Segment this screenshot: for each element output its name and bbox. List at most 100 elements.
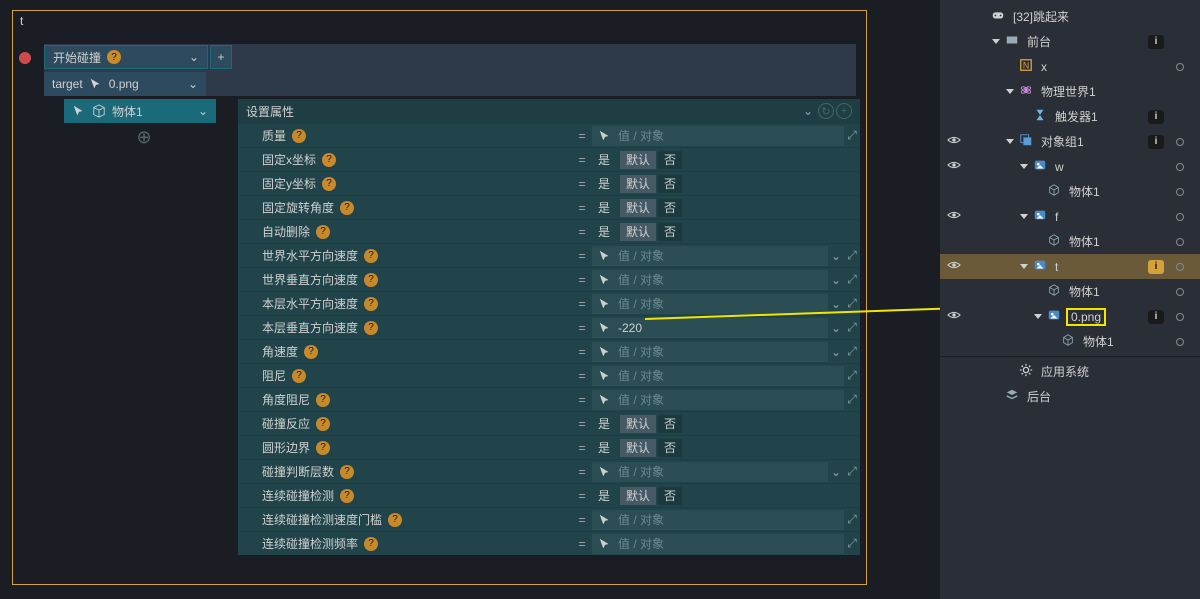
toggle[interactable]: 默认否 [620, 175, 682, 193]
prop-value[interactable]: 值 / 对象 [592, 366, 844, 386]
help-icon[interactable]: ? [292, 369, 306, 383]
prop-value[interactable]: 值 / 对象 [592, 270, 828, 290]
add-button[interactable]: + [210, 45, 232, 69]
tree-item[interactable]: 触发器1i [940, 104, 1200, 129]
visibility-icon[interactable] [947, 133, 961, 150]
info-badge[interactable]: i [1148, 135, 1164, 149]
toggle[interactable]: 默认否 [620, 439, 682, 457]
expand-icon[interactable] [1006, 139, 1014, 144]
help-icon[interactable]: ? [364, 249, 378, 263]
expand-icon[interactable]: ⤢ [844, 368, 860, 383]
breakpoint-icon[interactable] [17, 50, 33, 66]
expand-icon[interactable]: ⤢ [844, 248, 860, 263]
chevron-down-icon[interactable]: ⌄ [189, 50, 199, 64]
target-row[interactable]: target 0.png ⌄ [44, 72, 206, 96]
chevron-down-icon[interactable]: ⌄ [828, 345, 844, 359]
expand-icon[interactable] [992, 39, 1000, 44]
chevron-down-icon[interactable]: ⌄ [828, 273, 844, 287]
prop-value[interactable]: -220 [592, 318, 828, 338]
expand-icon[interactable] [1006, 89, 1014, 94]
prop-value[interactable]: 是默认否 [592, 438, 860, 458]
expand-icon[interactable]: ⤢ [844, 320, 860, 335]
add-row-button[interactable]: ⊕ [134, 127, 154, 147]
help-icon[interactable]: ? [340, 489, 354, 503]
info-badge[interactable]: i [1148, 310, 1164, 324]
prop-value[interactable]: 值 / 对象 [592, 534, 844, 554]
help-icon[interactable]: ? [322, 153, 336, 167]
prop-value[interactable]: 值 / 对象 [592, 462, 828, 482]
toggle[interactable]: 默认否 [620, 415, 682, 433]
tree-item[interactable]: 0.pngi [940, 304, 1200, 329]
help-icon[interactable]: ? [107, 50, 121, 64]
help-icon[interactable]: ? [316, 441, 330, 455]
tree-item[interactable]: 对象组1i [940, 129, 1200, 154]
help-icon[interactable]: ? [340, 201, 354, 215]
expand-icon[interactable]: ⤢ [844, 272, 860, 287]
tree-item[interactable]: 物体1 [940, 229, 1200, 254]
prop-value[interactable]: 是默认否 [592, 222, 860, 242]
prop-value[interactable]: 是默认否 [592, 198, 860, 218]
chevron-down-icon[interactable]: ⌄ [198, 104, 208, 118]
help-icon[interactable]: ? [316, 417, 330, 431]
prop-value[interactable]: 是默认否 [592, 174, 860, 194]
help-icon[interactable]: ? [364, 537, 378, 551]
expand-icon[interactable]: ⤢ [844, 512, 860, 527]
info-badge[interactable]: i [1148, 110, 1164, 124]
chevron-down-icon[interactable]: ⌄ [828, 465, 844, 479]
visibility-icon[interactable] [947, 158, 961, 175]
prop-value[interactable]: 值 / 对象 [592, 294, 828, 314]
visibility-icon[interactable] [947, 258, 961, 275]
visibility-icon[interactable] [947, 208, 961, 225]
help-icon[interactable]: ? [316, 225, 330, 239]
help-icon[interactable]: ? [364, 321, 378, 335]
prop-value[interactable]: 是默认否 [592, 150, 860, 170]
tree-item[interactable]: w [940, 154, 1200, 179]
tree-item[interactable]: 物体1 [940, 279, 1200, 304]
help-icon[interactable]: ? [316, 393, 330, 407]
prop-value[interactable]: 值 / 对象 [592, 342, 828, 362]
tree-item[interactable]: [32]跳起来 [940, 4, 1200, 29]
add-prop-button[interactable]: + [836, 103, 852, 119]
expand-icon[interactable]: ⤢ [844, 344, 860, 359]
event-title-box[interactable]: 开始碰撞 ? ⌄ [44, 45, 208, 69]
chevron-down-icon[interactable]: ⌄ [828, 321, 844, 335]
expand-icon[interactable]: ⤢ [844, 392, 860, 407]
chevron-down-icon[interactable]: ⌄ [188, 77, 198, 91]
tree-item[interactable]: 应用系统 [940, 359, 1200, 384]
chevron-down-icon[interactable]: ⌄ [800, 104, 816, 118]
help-icon[interactable]: ? [340, 465, 354, 479]
prop-value[interactable]: 值 / 对象 [592, 126, 844, 146]
tree-item[interactable]: 后台 [940, 384, 1200, 409]
tree-item[interactable]: ti [940, 254, 1200, 279]
visibility-icon[interactable] [947, 308, 961, 325]
prop-value[interactable]: 是默认否 [592, 486, 860, 506]
help-icon[interactable]: ? [364, 297, 378, 311]
help-icon[interactable]: ? [292, 129, 306, 143]
info-badge[interactable]: i [1148, 35, 1164, 49]
toggle[interactable]: 默认否 [620, 487, 682, 505]
help-icon[interactable]: ? [322, 177, 336, 191]
prop-value[interactable]: 值 / 对象 [592, 390, 844, 410]
expand-icon[interactable]: ⤢ [844, 536, 860, 551]
expand-icon[interactable]: ⤢ [844, 464, 860, 479]
toggle[interactable]: 默认否 [620, 199, 682, 217]
info-badge[interactable]: i [1148, 260, 1164, 274]
chevron-down-icon[interactable]: ⌄ [828, 249, 844, 263]
toggle[interactable]: 默认否 [620, 151, 682, 169]
expand-icon[interactable]: ⤢ [844, 296, 860, 311]
help-icon[interactable]: ? [388, 513, 402, 527]
chevron-down-icon[interactable]: ⌄ [828, 297, 844, 311]
prop-value[interactable]: 值 / 对象 [592, 246, 828, 266]
tree-item[interactable]: 物理世界1 [940, 79, 1200, 104]
body-selector[interactable]: 物体1 ⌄ [64, 99, 216, 123]
tree-item[interactable]: 前台i [940, 29, 1200, 54]
toggle[interactable]: 默认否 [620, 223, 682, 241]
expand-icon[interactable] [1020, 164, 1028, 169]
tree-item[interactable]: f [940, 204, 1200, 229]
help-icon[interactable]: ? [364, 273, 378, 287]
help-icon[interactable]: ? [304, 345, 318, 359]
refresh-button[interactable]: ↻ [818, 103, 834, 119]
expand-icon[interactable] [1020, 214, 1028, 219]
tree-item[interactable]: 物体1 [940, 179, 1200, 204]
expand-icon[interactable] [1020, 264, 1028, 269]
